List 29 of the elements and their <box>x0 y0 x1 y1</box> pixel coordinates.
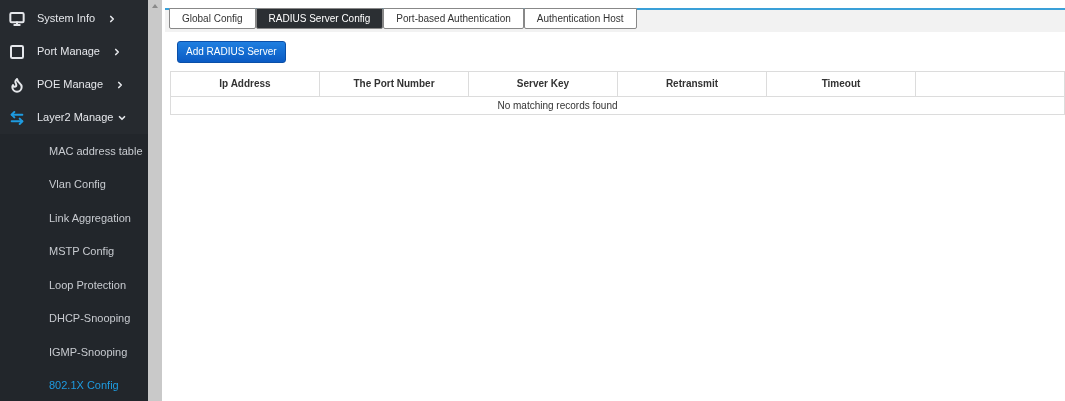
submenu-item[interactable]: MSTP Config <box>0 234 148 268</box>
submenu-item[interactable]: Link Aggregation <box>0 201 148 235</box>
submenu-item[interactable]: IGMP-Snooping <box>0 335 148 369</box>
column-header: Server Key <box>469 71 618 96</box>
flame-icon <box>9 76 25 93</box>
column-header: Ip Address <box>171 71 320 96</box>
menu-item[interactable]: Port Manage <box>0 35 148 68</box>
chevron-right-icon <box>112 46 122 57</box>
monitor-icon <box>9 10 25 27</box>
submenu-item[interactable]: 802.1X Config <box>0 368 148 401</box>
column-header: The Port Number <box>320 71 469 96</box>
submenu-item[interactable]: Loop Protection <box>0 268 148 302</box>
submenu-item[interactable]: Vlan Config <box>0 167 148 201</box>
tab[interactable]: Port-based Authentication <box>383 8 524 29</box>
arrows-icon <box>9 109 25 126</box>
menu-item[interactable]: System Info <box>0 2 148 35</box>
add-server-button[interactable]: Add RADIUS Server <box>177 40 286 63</box>
submenu-item[interactable]: DHCP-Snooping <box>0 301 148 335</box>
tab[interactable]: Authentication Host <box>523 8 637 29</box>
scroll-up-icon[interactable] <box>152 4 158 8</box>
empty-message: No matching records found <box>497 98 618 113</box>
submenu-item[interactable]: MAC address table <box>0 134 148 168</box>
square-icon <box>9 43 25 60</box>
column-header: Timeout <box>767 71 916 96</box>
column-header: Retransmit <box>618 71 767 96</box>
scrollbar[interactable] <box>148 0 162 401</box>
menu-item[interactable]: POE Manage <box>0 68 148 101</box>
tab[interactable]: RADIUS Server Config <box>255 8 384 29</box>
tab[interactable]: Global Config <box>169 8 256 29</box>
